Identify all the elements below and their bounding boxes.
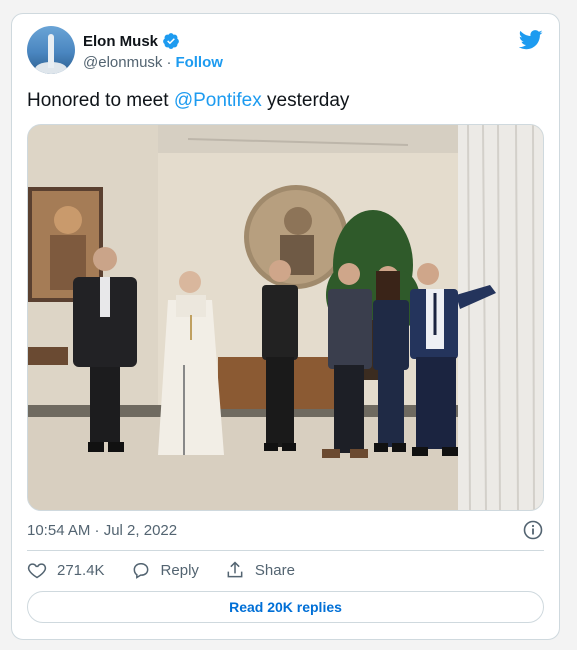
reply-icon bbox=[133, 563, 148, 579]
handle-separator: · bbox=[166, 54, 172, 71]
tweet-text-end: yesterday bbox=[261, 90, 350, 111]
tweet-text: Honored to meet @Pontifex yesterday bbox=[27, 90, 349, 112]
share-label: Share bbox=[254, 561, 295, 579]
follow-button[interactable]: Follow bbox=[175, 54, 223, 71]
tweet-text-start: Honored to meet bbox=[27, 90, 174, 111]
author-handle-row: @elonmusk · Follow bbox=[83, 54, 223, 71]
verified-badge-icon bbox=[163, 33, 179, 49]
share-button[interactable]: Share bbox=[225, 560, 295, 580]
read-replies-button[interactable]: Read 20K replies bbox=[27, 591, 544, 623]
info-icon[interactable] bbox=[523, 520, 543, 540]
like-count: 271.4K bbox=[57, 561, 105, 579]
tweet-timestamp[interactable]: 10:54 AM · Jul 2, 2022 bbox=[27, 522, 177, 539]
avatar[interactable] bbox=[27, 26, 75, 74]
reply-label: Reply bbox=[160, 561, 199, 579]
share-icon bbox=[227, 561, 243, 578]
mention-link[interactable]: @Pontifex bbox=[174, 90, 262, 111]
photo-scene bbox=[28, 125, 543, 510]
avatar-rocket bbox=[48, 34, 54, 68]
twitter-bird-icon[interactable] bbox=[519, 30, 543, 50]
tweet-card: Elon Musk @elonmusk · Follow Honored to … bbox=[11, 13, 560, 640]
reply-button[interactable]: Reply bbox=[131, 560, 199, 580]
heart-icon bbox=[27, 563, 47, 579]
tweet-photo[interactable] bbox=[27, 124, 544, 511]
action-bar: 271.4K Reply Share bbox=[27, 560, 295, 580]
author-name-row: Elon Musk bbox=[83, 32, 180, 50]
like-button[interactable]: 271.4K bbox=[27, 560, 105, 580]
divider bbox=[27, 550, 544, 551]
author-name[interactable]: Elon Musk bbox=[83, 33, 158, 50]
author-handle[interactable]: @elonmusk bbox=[83, 54, 162, 71]
